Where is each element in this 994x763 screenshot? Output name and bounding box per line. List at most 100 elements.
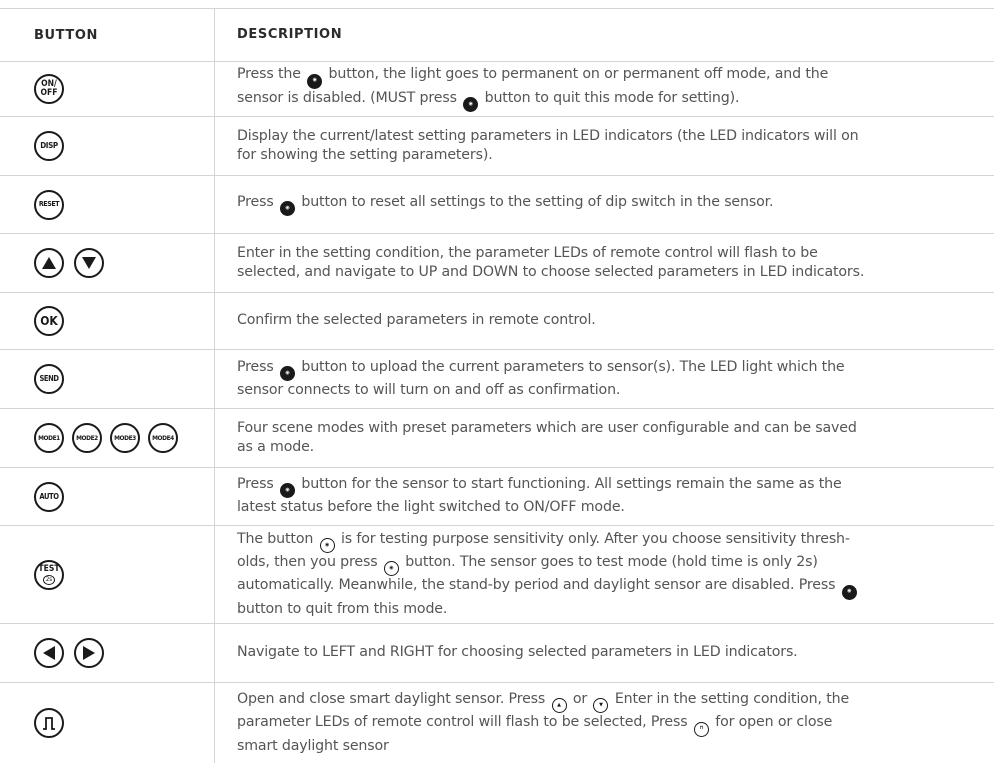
description-cell: Navigate to LEFT and RIGHT for choosing … <box>237 624 994 682</box>
row-text: Navigate to LEFT and RIGHT for choosing … <box>237 644 798 661</box>
header-description-cell: DESCRIPTION <box>237 9 994 61</box>
test-2s-label: 2s <box>42 574 55 585</box>
table-row: TEST 2s The button ◉ is for testing purpo… <box>0 526 994 624</box>
description-cell: Open and close smart daylight sensor. Pr… <box>237 683 994 763</box>
header-description: DESCRIPTION <box>237 27 343 43</box>
mode3-button-icon: MODE3 <box>110 423 140 453</box>
on-off-button-icon: ON/OFF <box>34 73 64 104</box>
table-row: RESET Press ◉ button to reset all settin… <box>0 176 994 234</box>
row-text: Press <box>237 476 274 493</box>
table-row: Navigate to LEFT and RIGHT for choosing … <box>0 624 994 683</box>
auto-mini-icon: ◉ <box>463 96 479 112</box>
row-text: for showing the setting parameters). <box>237 147 493 163</box>
daylight-sensor-mini-icon: ⊓ <box>693 721 709 737</box>
on-off-mini-icon: ◉ <box>307 73 323 89</box>
mode4-label: MODE4 <box>152 433 174 442</box>
up-arrow-mini-icon: ▲ <box>551 698 567 714</box>
row-text: selected, and navigate to UP and DOWN to… <box>237 264 865 280</box>
row-text: sensor is disabled. (MUST press <box>237 89 457 106</box>
up-arrow-icon <box>34 248 64 278</box>
auto-mini-icon: ◉ <box>841 584 857 600</box>
disp-button-icon: DISP <box>34 131 64 161</box>
description-cell: Press ◉ button to reset all settings to … <box>237 176 994 233</box>
table-row: SEND Press ◉ button to upload the curren… <box>0 350 994 409</box>
mode1-button-icon: MODE1 <box>34 423 64 453</box>
button-cell: SEND <box>34 350 64 408</box>
auto-label: AUTO <box>39 491 59 501</box>
test-label: TEST <box>38 563 60 574</box>
row-text: as a mode. <box>237 439 315 455</box>
send-label: SEND <box>39 374 59 384</box>
button-cell <box>34 624 104 682</box>
description-cell: The button ◉ is for testing purpose sens… <box>237 526 994 623</box>
row-text: button to upload the current parameters … <box>301 358 845 375</box>
row-text: button for the sensor to start functioni… <box>301 476 842 493</box>
row-text: The button <box>237 530 314 547</box>
table-row: Open and close smart daylight sensor. Pr… <box>0 683 994 763</box>
description-cell: Confirm the selected parameters in remot… <box>237 293 994 349</box>
auto-button-icon: AUTO <box>34 481 64 512</box>
row-text: button to quit from this mode. <box>237 600 448 617</box>
ok-label: OK <box>40 314 58 328</box>
table-row: ON/OFF Press the ◉ button, the light goe… <box>0 61 994 117</box>
table-row: AUTO Press ◉ button for the sensor to st… <box>0 468 994 526</box>
row-text: button to quit this mode for setting). <box>484 89 740 106</box>
button-cell: RESET <box>34 176 64 233</box>
test-button-icon: TEST 2s <box>34 559 64 590</box>
button-cell: ON/OFF <box>34 61 64 116</box>
row-text: Open and close smart daylight sensor. Pr… <box>237 691 546 707</box>
reset-mini-icon: ◉ <box>279 201 295 217</box>
header-button: BUTTON <box>34 27 99 43</box>
description-cell: Press ◉ button to upload the current par… <box>237 350 994 408</box>
mode3-label: MODE3 <box>114 433 136 442</box>
down-arrow-mini-icon: ▼ <box>593 698 609 714</box>
row-text: latest status before the light switched … <box>237 499 625 516</box>
row-text: automatically. Meanwhile, the stand-by p… <box>237 577 836 594</box>
daylight-sensor-icon <box>34 708 64 738</box>
button-cell: TEST 2s <box>34 526 64 623</box>
description-cell: Display the current/latest setting param… <box>237 117 994 175</box>
row-text: smart daylight sensor <box>237 737 389 754</box>
row-text: Display the current/latest setting param… <box>237 127 859 144</box>
right-arrow-icon <box>74 638 104 668</box>
header-button-cell: BUTTON <box>34 9 98 61</box>
description-cell: Enter in the setting condition, the para… <box>237 234 994 292</box>
on-off-line2: OFF <box>40 87 58 98</box>
button-cell: AUTO <box>34 468 64 525</box>
row-text: olds, then you press <box>237 554 378 571</box>
button-cell <box>34 234 104 292</box>
send-button-icon: SEND <box>34 364 64 394</box>
mode2-label: MODE2 <box>76 433 98 442</box>
button-cell: OK <box>34 293 64 349</box>
mode1-label: MODE1 <box>38 433 60 442</box>
auto-mini-icon: ◉ <box>279 483 295 499</box>
description-cell: Press ◉ button for the sensor to start f… <box>237 468 994 525</box>
left-arrow-icon <box>34 638 64 668</box>
row-text: for open or close <box>715 714 833 731</box>
row-text: Press <box>237 193 274 210</box>
table-row: DISP Display the current/latest setting … <box>0 117 994 176</box>
down-arrow-icon <box>74 248 104 278</box>
reset-button-icon: RESET <box>34 189 64 220</box>
row-text: button. The sensor goes to test mode (ho… <box>405 554 818 571</box>
table-row: Enter in the setting condition, the para… <box>0 234 994 293</box>
row-text: Enter in the setting condition, the para… <box>237 244 818 261</box>
row-text: button to reset all settings to the sett… <box>301 193 774 210</box>
row-text: Confirm the selected parameters in remot… <box>237 312 596 329</box>
table-row: MODE1 MODE2 MODE3 MODE4 Four scene modes… <box>0 409 994 468</box>
disp-label: DISP <box>40 141 58 150</box>
test-mini-icon: ◉ <box>383 561 399 577</box>
row-text: parameter LEDs of remote control will fl… <box>237 714 688 731</box>
mode2-button-icon: MODE2 <box>72 423 102 453</box>
row-text: Enter in the setting condition, the <box>614 691 850 707</box>
send-mini-icon: ◉ <box>279 365 295 381</box>
button-cell: DISP <box>34 117 64 175</box>
description-cell: Four scene modes with preset parameters … <box>237 409 994 467</box>
table-row: OK Confirm the selected parameters in re… <box>0 293 994 350</box>
mode4-button-icon: MODE4 <box>148 423 178 453</box>
button-cell <box>34 683 64 763</box>
table-header-row: BUTTON DESCRIPTION <box>0 8 994 62</box>
row-text: Press the <box>237 66 301 83</box>
row-text: button, the light goes to permanent on o… <box>328 66 829 83</box>
test-mini-icon: ◉ <box>319 538 335 554</box>
